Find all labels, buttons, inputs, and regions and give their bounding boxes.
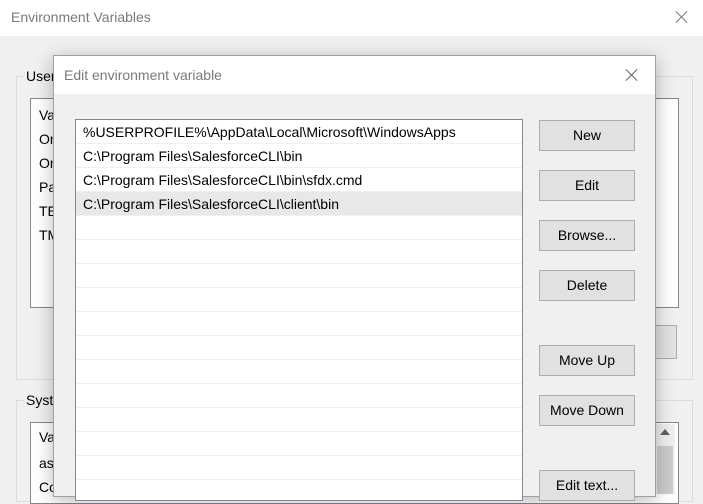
path-list-item[interactable] [76,384,522,408]
path-list-item[interactable]: C:\Program Files\SalesforceCLI\client\bi… [76,192,522,216]
scroll-up-icon[interactable] [660,429,670,435]
path-list-item[interactable] [76,480,522,500]
close-icon[interactable] [671,6,693,28]
edit-button[interactable]: Edit [539,170,635,201]
title-bar: Environment Variables [0,0,703,36]
dialog-title-bar: Edit environment variable [54,56,655,94]
move-down-button[interactable]: Move Down [539,395,635,426]
path-list-item[interactable] [76,456,522,480]
path-list-item[interactable] [76,240,522,264]
path-list-item[interactable] [76,288,522,312]
list-item[interactable]: as [39,451,54,475]
path-list-item[interactable] [76,312,522,336]
path-list-item[interactable]: C:\Program Files\SalesforceCLI\bin\sfdx.… [76,168,522,192]
delete-button[interactable]: Delete [539,270,635,301]
path-list-item[interactable] [76,360,522,384]
browse-button[interactable]: Browse... [539,220,635,251]
path-list-item[interactable]: C:\Program Files\SalesforceCLI\bin [76,144,522,168]
edit-text-button[interactable]: Edit text... [539,470,635,501]
path-list-item[interactable] [76,216,522,240]
close-icon[interactable] [621,64,643,86]
edit-environment-variable-dialog: Edit environment variable %USERPROFILE%\… [53,55,656,501]
path-list-item[interactable] [76,264,522,288]
dialog-title: Edit environment variable [64,67,222,83]
scroll-thumb[interactable] [657,446,673,494]
path-list-item[interactable] [76,336,522,360]
path-list-item[interactable] [76,408,522,432]
path-list[interactable]: %USERPROFILE%\AppData\Local\Microsoft\Wi… [75,119,523,501]
move-up-button[interactable]: Move Up [539,345,635,376]
path-list-item[interactable]: %USERPROFILE%\AppData\Local\Microsoft\Wi… [76,120,522,144]
scrollbar[interactable] [655,424,675,494]
path-list-item[interactable] [76,432,522,456]
window-title: Environment Variables [11,9,151,25]
new-button[interactable]: New [539,120,635,151]
